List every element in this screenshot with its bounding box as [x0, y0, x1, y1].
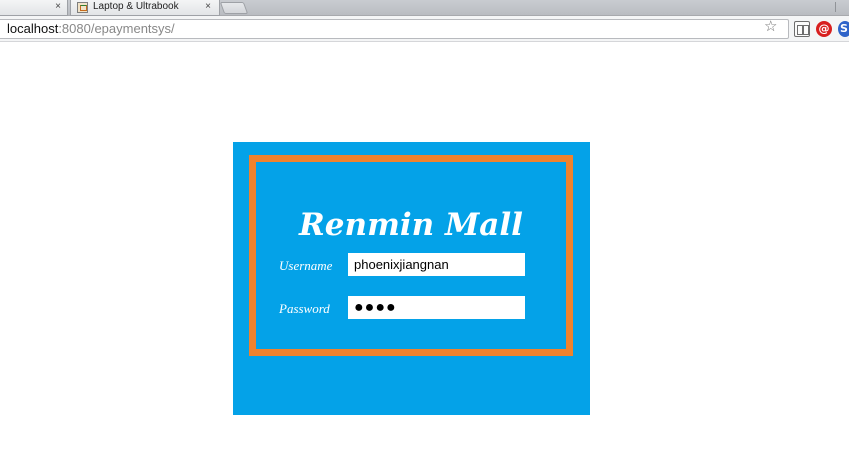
- tab-strip: × Laptop & Ultrabook ×: [0, 0, 849, 16]
- brand-title: Renmin Mall: [299, 207, 523, 243]
- window-control[interactable]: [835, 2, 849, 12]
- username-input[interactable]: [348, 253, 525, 276]
- reader-icon[interactable]: [794, 21, 810, 37]
- tab-previous[interactable]: ×: [0, 0, 68, 16]
- extension-icon[interactable]: S: [838, 21, 849, 37]
- url-path: :8080/epaymentsys/: [58, 21, 175, 36]
- tab-laptop-ultrabook[interactable]: Laptop & Ultrabook ×: [70, 0, 220, 16]
- address-bar[interactable]: localhost:8080/epaymentsys/: [0, 19, 789, 39]
- password-label: Password: [279, 301, 330, 316]
- login-frame: Renmin Mall Username Password ●●●●: [249, 155, 573, 356]
- tab-close-icon[interactable]: ×: [53, 0, 63, 14]
- url-host: localhost: [7, 21, 59, 36]
- login-card: Renmin Mall Username Password ●●●●: [233, 142, 590, 415]
- browser-toolbar: localhost:8080/epaymentsys/ ☆ @ S: [0, 16, 849, 42]
- tab-close-icon[interactable]: ×: [203, 0, 213, 14]
- tab-label: Laptop & Ultrabook: [93, 1, 179, 12]
- at-extension-icon[interactable]: @: [816, 21, 832, 37]
- bookmark-star-icon[interactable]: ☆: [764, 18, 777, 34]
- new-tab-button[interactable]: [219, 2, 249, 14]
- password-input[interactable]: ●●●●: [348, 296, 525, 319]
- username-label: Username: [279, 258, 333, 273]
- laptop-favicon-icon: [77, 2, 88, 13]
